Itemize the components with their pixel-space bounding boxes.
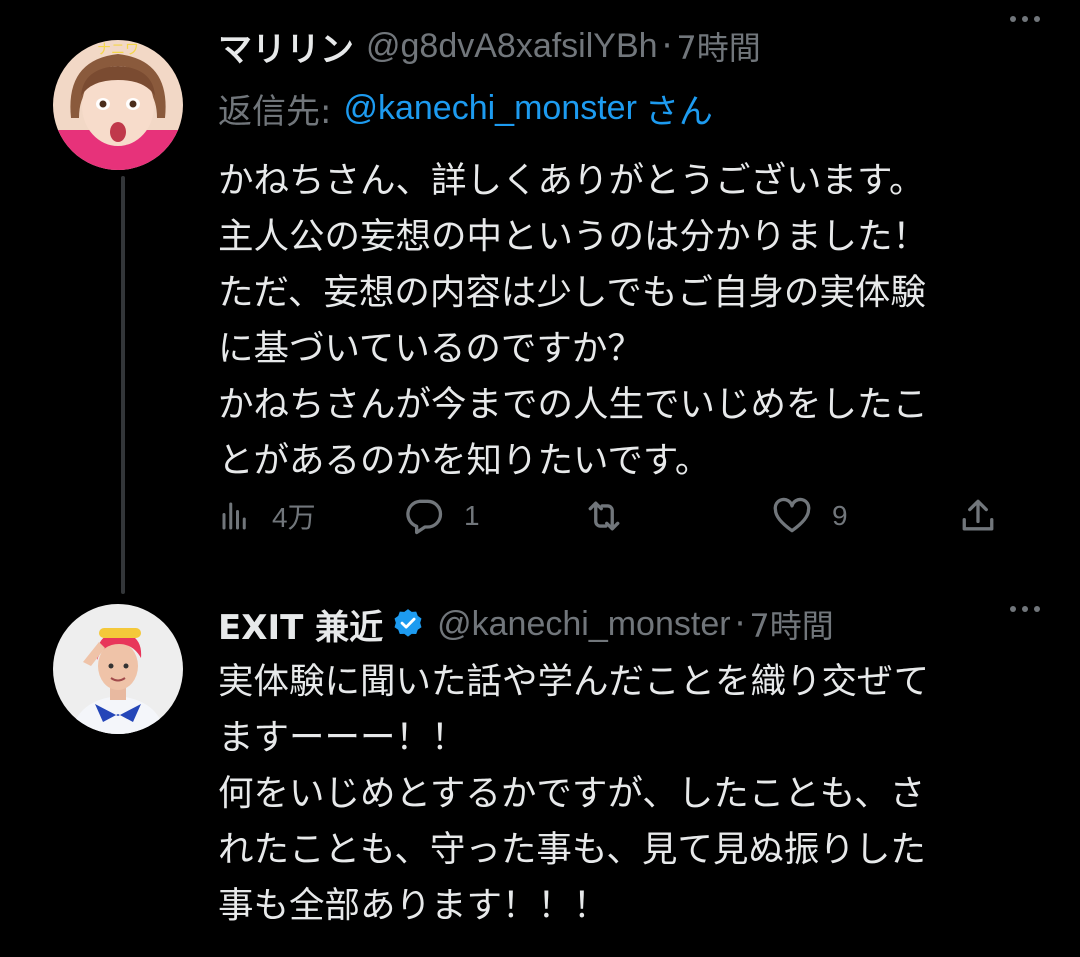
reply-to-label: 返信先:	[218, 92, 332, 132]
svg-text:ナニワ: ナニワ	[97, 42, 139, 58]
tweet-text-line: とがあるのかを知りたいです。	[218, 440, 711, 481]
reply-tweet[interactable]: ナニワ マリリン @g8dvA8xafsilYBh · 7時間 返信先: @ka…	[0, 0, 1080, 590]
reply-icon	[406, 499, 443, 535]
user-handle[interactable]: @g8dvA8xafsilYBh	[366, 27, 658, 66]
avatar-illustration: ナニワ	[53, 40, 183, 170]
reply-to-mention[interactable]: @kanechi_monster	[343, 89, 636, 128]
tweet-text-line: に基づいているのですか？	[218, 328, 643, 369]
timestamp[interactable]: 7時間	[749, 601, 833, 647]
tweet-text: 実体験に聞いた話や学んだことを織り交ぜて ますーーー！！ 何をいじめとするかです…	[218, 654, 1020, 934]
reply-count: 1	[464, 500, 480, 531]
verified-badge-icon[interactable]	[391, 607, 425, 641]
like-count: 9	[832, 500, 848, 531]
views-count: 4万	[272, 502, 316, 533]
tweet-text-line: 実体験に聞いた話や学んだことを織り交ぜて	[218, 661, 930, 702]
timestamp[interactable]: 7時間	[676, 23, 760, 69]
action-bar: 4万 1 9	[218, 492, 998, 540]
reply-to-line: 返信先: @kanechi_monster さん	[218, 84, 713, 133]
share-button[interactable]	[956, 492, 1000, 540]
tweet-text-line: 何をいじめとするかですが、したことも、さ	[218, 773, 926, 814]
analytics-icon	[222, 502, 246, 530]
like-icon	[773, 497, 811, 533]
tweet-text-line: 事も全部あります！！！	[218, 885, 609, 926]
more-icon[interactable]	[1010, 606, 1040, 612]
reply-tweet[interactable]: EXIT 兼近 @kanechi_monster · 7時間 実体験に聞いた話や…	[0, 590, 1080, 957]
avatar-photo	[53, 604, 183, 734]
tweet-text-line: ただ、妄想の内容は少しでもご自身の実体験	[218, 272, 926, 313]
like-button[interactable]: 9	[770, 492, 848, 540]
reply-to-suffix: さん	[644, 92, 713, 132]
reply-button[interactable]: 1	[402, 492, 480, 540]
share-icon	[962, 499, 994, 531]
display-name[interactable]: マリリン	[218, 22, 354, 71]
tweet-text-line: 主人公の妄想の中というのは分かりました！	[218, 216, 929, 257]
separator-dot: ·	[734, 604, 746, 644]
tweet-text-line: かねちさんが今までの人生でいじめをしたこ	[218, 384, 929, 425]
user-handle[interactable]: @kanechi_monster	[437, 605, 730, 644]
retweet-button[interactable]	[582, 492, 644, 540]
avatar[interactable]	[53, 604, 183, 734]
tweet-text: かねちさん、詳しくありがとうございます。 主人公の妄想の中というのは分かりました…	[218, 153, 1020, 489]
tweet-text-line: ますーーー！！	[218, 717, 467, 758]
tweet-header: EXIT 兼近 @kanechi_monster · 7時間	[218, 598, 1060, 650]
display-name[interactable]: EXIT 兼近	[218, 600, 383, 649]
views-button[interactable]: 4万	[218, 492, 316, 540]
more-icon[interactable]	[1010, 16, 1040, 22]
tweet-header: マリリン @g8dvA8xafsilYBh · 7時間	[218, 20, 1060, 72]
avatar[interactable]: ナニワ	[53, 40, 183, 170]
separator-dot: ·	[661, 26, 673, 66]
tweet-text-line: かねちさん、詳しくありがとうございます。	[218, 160, 925, 201]
retweet-icon	[588, 501, 620, 531]
tweet-text-line: れたことも、守った事も、見て見ぬ振りした	[218, 829, 926, 870]
